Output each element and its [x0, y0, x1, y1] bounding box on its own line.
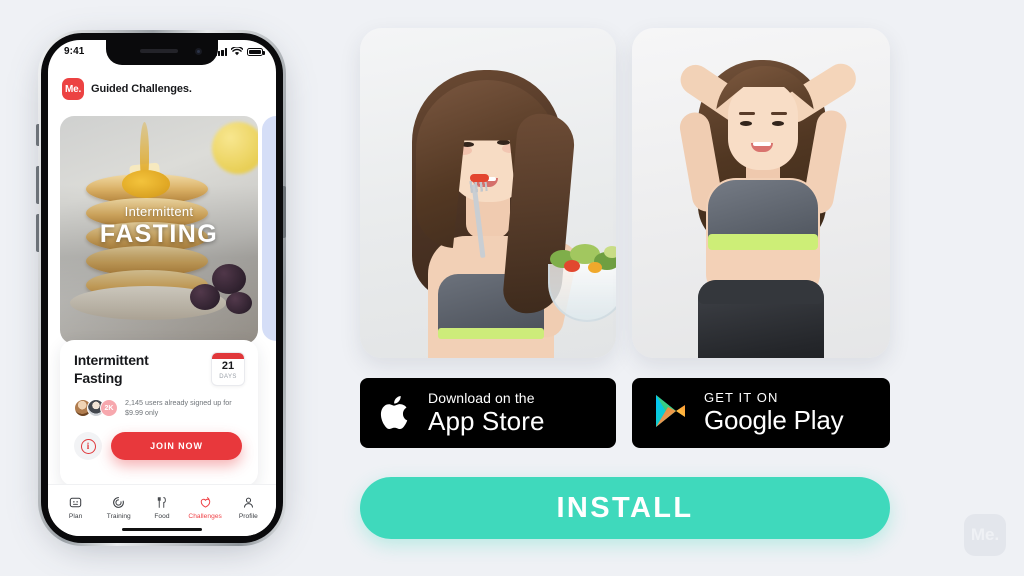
tab-food[interactable]: Food: [142, 496, 182, 520]
front-camera-icon: [195, 48, 202, 55]
card-actions: i JOIN NOW: [74, 432, 242, 460]
food-icon: [155, 496, 168, 510]
apple-logo-icon: [380, 396, 408, 430]
woman-fitness-pose-photo: [632, 28, 890, 358]
hero-overline: Intermittent: [124, 204, 194, 219]
google-play-line1: GET IT ON: [704, 390, 779, 406]
tab-training[interactable]: Training: [99, 496, 139, 520]
tab-label: Plan: [68, 512, 83, 520]
brand-watermark: Me.: [964, 514, 1006, 556]
duration-number: 21: [221, 360, 235, 372]
google-play-line2: Google Play: [704, 405, 844, 436]
phone-screen: 9:41 Me. Guided Challenges. Intermittent…: [48, 40, 276, 536]
challenge-hero-image[interactable]: Intermittent FASTING: [60, 116, 258, 344]
phone-volume-down-button[interactable]: [36, 214, 39, 252]
calendar-icon: [212, 353, 244, 359]
app-header: Me. Guided Challenges.: [48, 72, 276, 106]
google-play-badge-text: GET IT ON Google Play: [704, 390, 844, 436]
app-store-line1: Download on the: [428, 390, 535, 407]
training-icon: [112, 496, 125, 510]
google-play-logo-icon: [656, 395, 685, 427]
poster-canvas: 9:41 Me. Guided Challenges. Intermittent…: [0, 0, 1024, 576]
tab-label: Training: [106, 512, 131, 520]
phone-notch: [106, 40, 218, 65]
battery-icon: [247, 48, 265, 56]
earpiece-speaker: [140, 49, 178, 53]
app-header-title: Guided Challenges.: [91, 83, 192, 95]
app-logo-icon: Me.: [62, 78, 84, 100]
tab-profile[interactable]: Profile: [228, 496, 268, 520]
app-store-line2: App Store: [428, 405, 545, 436]
plan-icon: [69, 496, 82, 510]
info-button[interactable]: i: [74, 432, 102, 460]
avatar-stack: 2K: [74, 399, 118, 418]
duration-badge: 21 DAYS: [211, 352, 245, 386]
avatar-overflow-count: 2K: [100, 399, 118, 418]
phone-mockup: 9:41 Me. Guided Challenges. Intermittent…: [36, 28, 286, 548]
phone-silent-switch[interactable]: [36, 124, 39, 146]
phone-volume-up-button[interactable]: [36, 166, 39, 204]
next-challenge-card-peek[interactable]: [262, 116, 276, 341]
home-indicator[interactable]: [122, 527, 202, 531]
google-play-badge[interactable]: GET IT ON Google Play: [632, 378, 890, 448]
hero-text: Intermittent FASTING: [60, 204, 258, 249]
install-button[interactable]: INSTALL: [360, 477, 890, 539]
app-store-badge-text: Download on the App Store: [428, 391, 545, 435]
challenges-icon: [199, 496, 212, 510]
status-time: 9:41: [64, 46, 85, 57]
info-icon: i: [80, 438, 96, 454]
challenge-title: Intermittent Fasting: [74, 352, 149, 386]
tab-label: Food: [154, 512, 170, 520]
tab-label: Challenges: [188, 512, 222, 520]
duration-label: DAYS: [219, 373, 237, 380]
join-now-button[interactable]: JOIN NOW: [111, 432, 242, 460]
tab-challenges[interactable]: Challenges: [185, 496, 225, 520]
app-store-badge[interactable]: Download on the App Store: [360, 378, 616, 448]
tab-plan[interactable]: Plan: [56, 496, 96, 520]
phone-power-button[interactable]: [283, 186, 286, 238]
woman-eating-salad-photo: [360, 28, 616, 358]
signup-text: 2,145 users already signed up for $9.99 …: [125, 398, 232, 418]
challenge-info-card: Intermittent Fasting 21 DAYS 2K 2,145 us…: [60, 340, 258, 486]
hero-title: FASTING: [99, 220, 219, 248]
signup-summary: 2K 2,145 users already signed up for $9.…: [74, 398, 250, 419]
status-icons: [214, 47, 265, 56]
wifi-icon: [231, 47, 243, 56]
profile-icon: [242, 496, 255, 510]
tab-label: Profile: [238, 512, 258, 520]
